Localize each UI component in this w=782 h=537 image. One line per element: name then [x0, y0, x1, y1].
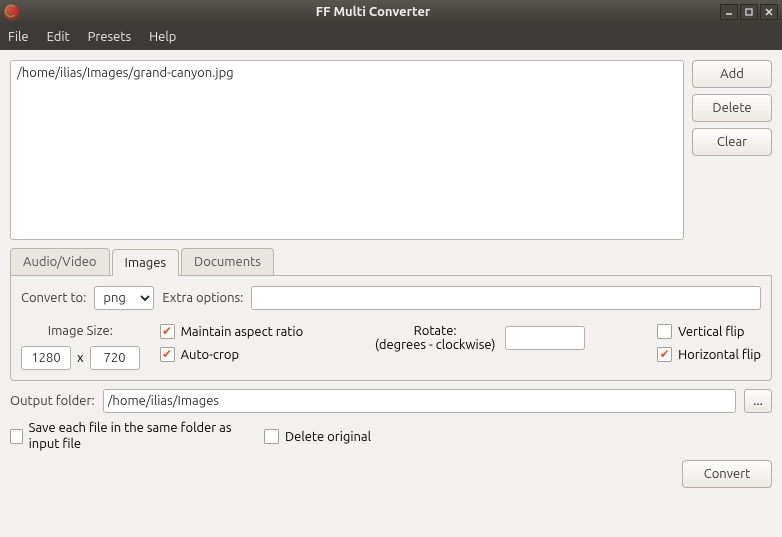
- browse-button[interactable]: ...: [744, 389, 772, 413]
- menu-presets[interactable]: Presets: [88, 30, 131, 44]
- convert-to-label: Convert to:: [21, 291, 86, 305]
- tabs: Audio/Video Images Documents: [10, 248, 772, 276]
- tab-images[interactable]: Images: [112, 249, 180, 276]
- minimize-button[interactable]: [720, 4, 738, 20]
- menubar: File Edit Presets Help: [0, 24, 782, 50]
- output-folder-input[interactable]: [103, 389, 736, 413]
- close-button[interactable]: [760, 4, 778, 20]
- menu-help[interactable]: Help: [149, 30, 176, 44]
- maintain-aspect-checkbox[interactable]: Maintain aspect ratio: [160, 324, 304, 339]
- auto-crop-checkbox[interactable]: Auto-crop: [160, 347, 304, 362]
- horizontal-flip-checkbox[interactable]: Horizontal flip: [657, 347, 761, 362]
- delete-original-checkbox[interactable]: Delete original: [264, 429, 371, 444]
- add-button[interactable]: Add: [692, 60, 772, 88]
- save-same-folder-checkbox[interactable]: Save each file in the same folder as inp…: [10, 421, 240, 452]
- rotate-label: Rotate:: [375, 324, 496, 338]
- rotate-sublabel: (degrees - clockwise): [375, 338, 496, 352]
- image-size-label: Image Size:: [48, 324, 113, 338]
- extra-options-input[interactable]: [251, 286, 761, 310]
- tab-audio-video[interactable]: Audio/Video: [10, 248, 110, 275]
- height-input[interactable]: [90, 346, 140, 370]
- tab-documents[interactable]: Documents: [181, 248, 274, 275]
- clear-button[interactable]: Clear: [692, 128, 772, 156]
- x-separator: x: [77, 351, 84, 365]
- file-list[interactable]: /home/ilias/Images/grand-canyon.jpg: [10, 60, 684, 240]
- convert-to-select[interactable]: png: [94, 286, 154, 310]
- menu-file[interactable]: File: [8, 30, 29, 44]
- maximize-button[interactable]: [740, 4, 758, 20]
- rotate-input[interactable]: [505, 326, 585, 350]
- images-panel: Convert to: png Extra options: Image Siz…: [10, 276, 772, 381]
- delete-button[interactable]: Delete: [692, 94, 772, 122]
- window-title: FF Multi Converter: [26, 5, 720, 19]
- titlebar: FF Multi Converter: [0, 0, 782, 24]
- width-input[interactable]: [21, 346, 71, 370]
- menu-edit[interactable]: Edit: [47, 30, 70, 44]
- list-item[interactable]: /home/ilias/Images/grand-canyon.jpg: [17, 65, 677, 81]
- extra-options-label: Extra options:: [162, 291, 243, 305]
- vertical-flip-checkbox[interactable]: Vertical flip: [657, 324, 761, 339]
- output-folder-label: Output folder:: [10, 394, 95, 408]
- app-icon: [4, 4, 20, 20]
- convert-button[interactable]: Convert: [682, 460, 772, 488]
